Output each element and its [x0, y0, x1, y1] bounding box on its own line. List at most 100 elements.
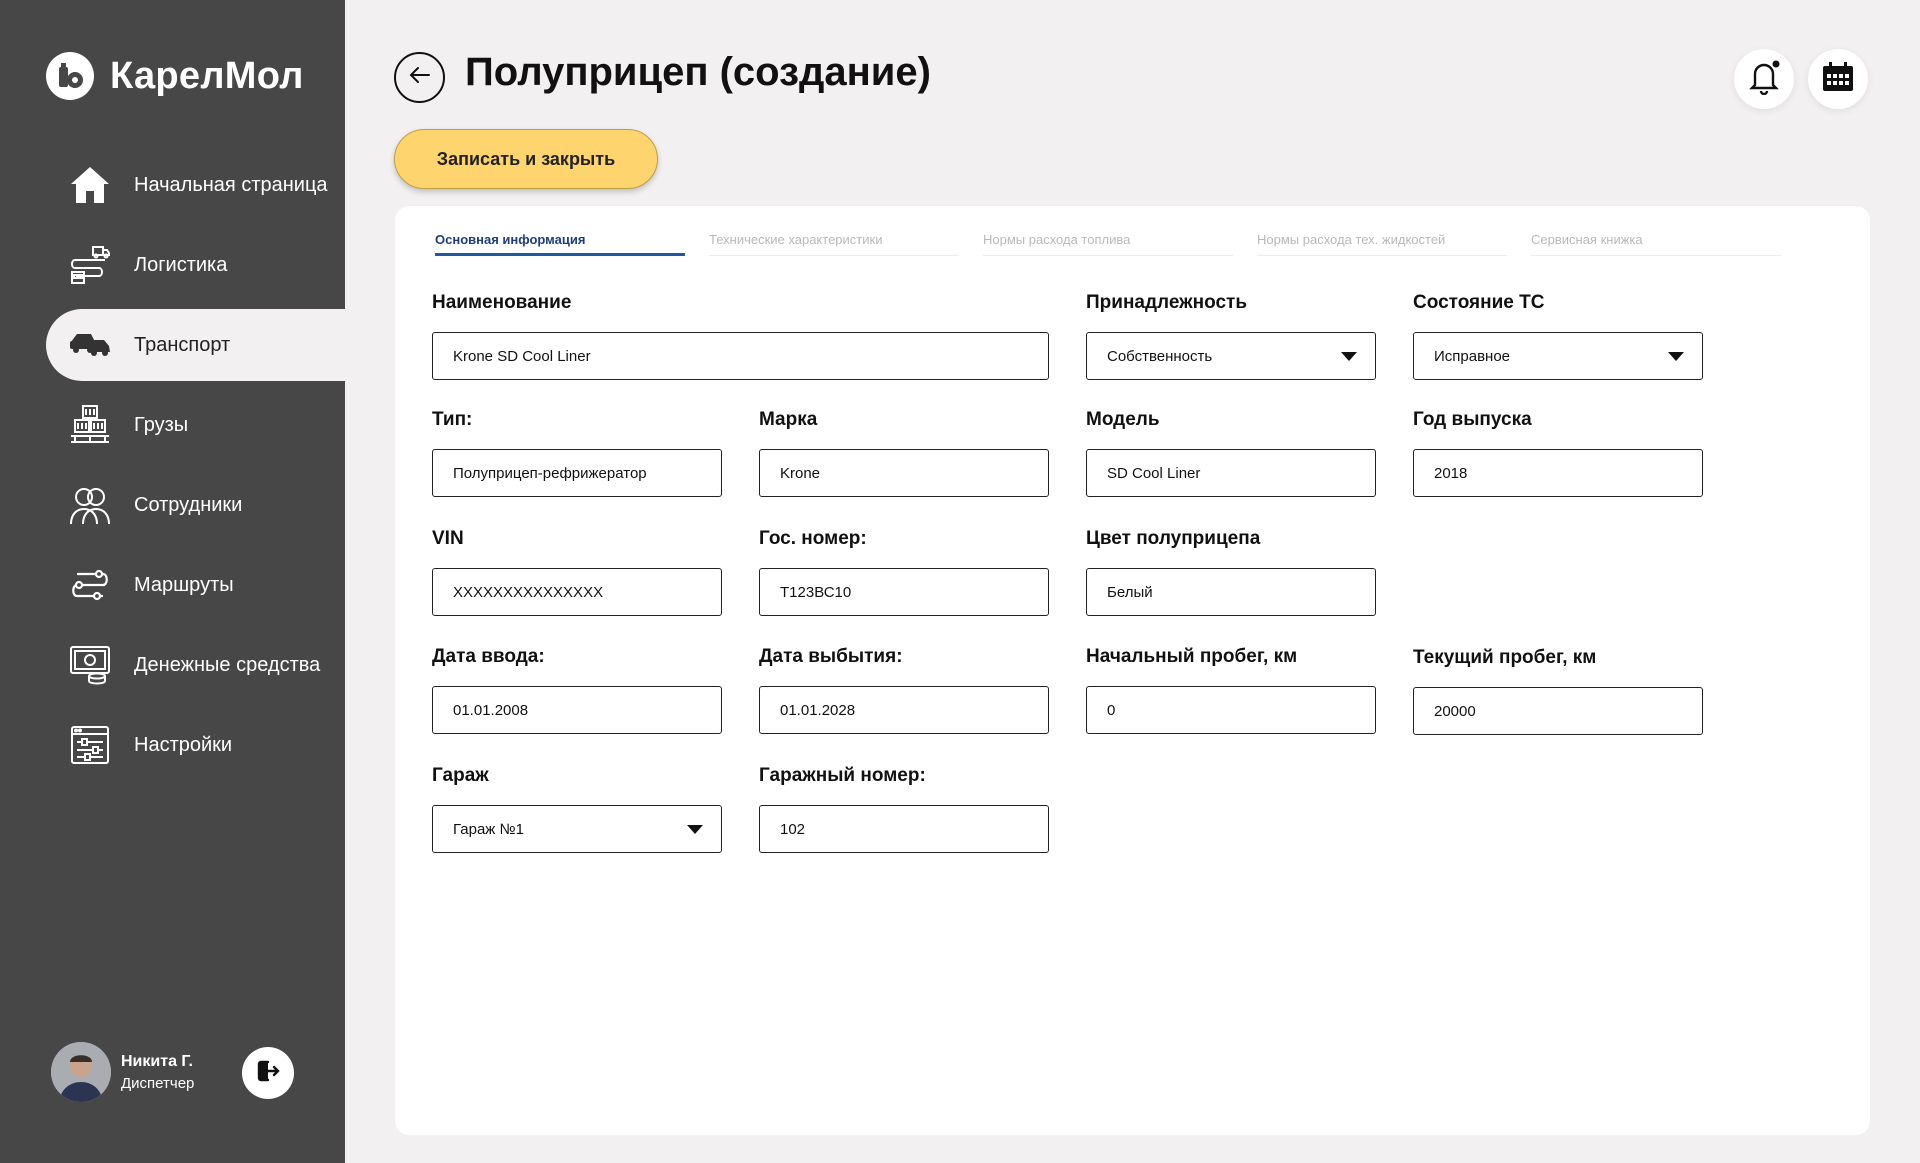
field-year: Год выпуска 2018 [1413, 409, 1703, 497]
field-ownership: Принадлежность Собственность [1086, 292, 1376, 380]
field-label: Состояние ТС [1413, 292, 1545, 313]
logistics-icon [68, 243, 112, 287]
form-card: Основная информация Технические характер… [395, 206, 1870, 1135]
sidebar-item-label: Сотрудники [134, 493, 243, 516]
user-name: Никита Г. [121, 1052, 193, 1070]
field-label: Гаражный номер: [759, 765, 926, 786]
type-input[interactable]: Полуприцеп-рефрижератор [432, 449, 722, 497]
sidebar-item-label: Транспорт [134, 333, 231, 356]
calendar-icon [1822, 61, 1854, 97]
tab-tech-specs[interactable]: Технические характеристики [709, 232, 959, 256]
garage-select[interactable]: Гараж №1 [432, 805, 722, 853]
brand-logo-icon [46, 52, 94, 100]
logout-button[interactable] [242, 1047, 294, 1099]
sidebar-item-employees[interactable]: Сотрудники [0, 469, 345, 541]
field-model: Модель SD Cool Liner [1086, 409, 1376, 497]
back-button[interactable] [394, 52, 445, 103]
field-label: Год выпуска [1413, 409, 1532, 430]
field-brand: Марка Krone [759, 409, 1049, 497]
date-in-input[interactable]: 01.01.2008 [432, 686, 722, 734]
vin-input[interactable]: XXXXXXXXXXXXXXX [432, 568, 722, 616]
field-label: Тип: [432, 409, 473, 430]
field-label: Начальный пробег, км [1086, 646, 1298, 667]
mileage-start-input[interactable]: 0 [1086, 686, 1376, 734]
avatar [51, 1042, 111, 1102]
field-color: Цвет полуприцепа Белый [1086, 528, 1376, 616]
brand-input[interactable]: Krone [759, 449, 1049, 497]
field-date-out: Дата выбытия: 01.01.2028 [759, 646, 1049, 734]
user-role: Диспетчер [121, 1074, 195, 1092]
field-mileage-start: Начальный пробег, км 0 [1086, 646, 1376, 734]
cargo-icon [68, 403, 112, 447]
field-label: Принадлежность [1086, 292, 1248, 313]
tab-main-info[interactable]: Основная информация [435, 232, 685, 256]
sidebar-item-label: Логистика [134, 253, 228, 276]
field-label: VIN [432, 528, 464, 549]
user-profile[interactable]: Никита Г. Диспетчер [51, 1042, 194, 1102]
page-title: Полуприцеп (создание) [465, 50, 931, 94]
caret-down-icon [1668, 351, 1684, 361]
tab-fluid-norms[interactable]: Нормы расхода тех. жидкостей [1257, 232, 1507, 256]
logout-icon [255, 1058, 281, 1089]
date-out-input[interactable]: 01.01.2028 [759, 686, 1049, 734]
sidebar-item-settings[interactable]: Настройки [0, 709, 345, 781]
caret-down-icon [687, 824, 703, 834]
routes-icon [68, 563, 112, 607]
brand[interactable]: КарелМол [46, 52, 304, 100]
condition-select[interactable]: Исправное [1413, 332, 1703, 380]
model-input[interactable]: SD Cool Liner [1086, 449, 1376, 497]
sidebar-item-label: Настройки [134, 733, 233, 756]
name-input[interactable]: Krone SD Cool Liner [432, 332, 1049, 380]
calendar-button[interactable] [1808, 49, 1868, 109]
year-input[interactable]: 2018 [1413, 449, 1703, 497]
sidebar: КарелМол Начальная страница Логистика Тр… [0, 0, 345, 1163]
home-icon [68, 163, 112, 207]
field-label: Дата выбытия: [759, 646, 903, 667]
field-condition: Состояние ТС Исправное [1413, 292, 1703, 380]
sidebar-item-money[interactable]: Денежные средства [0, 629, 345, 701]
sidebar-item-home[interactable]: Начальная страница [0, 149, 345, 221]
save-and-close-button[interactable]: Записать и закрыть [394, 129, 658, 189]
field-name: Наименование Krone SD Cool Liner [432, 292, 1049, 380]
ownership-select[interactable]: Собственность [1086, 332, 1376, 380]
tab-service-book[interactable]: Сервисная книжка [1531, 232, 1781, 256]
field-label: Дата ввода: [432, 646, 545, 667]
sidebar-item-logistics[interactable]: Логистика [0, 229, 345, 301]
sidebar-item-routes[interactable]: Маршруты [0, 549, 345, 621]
brand-name: КарелМол [110, 54, 304, 97]
field-type: Тип: Полуприцеп-рефрижератор [432, 409, 722, 497]
money-icon [68, 643, 112, 687]
field-date-in: Дата ввода: 01.01.2008 [432, 646, 722, 734]
field-label: Гос. номер: [759, 528, 867, 549]
notifications-button[interactable] [1734, 49, 1794, 109]
field-mileage-current: Текущий пробег, км 20000 [1413, 647, 1703, 735]
sidebar-item-label: Денежные средства [134, 653, 321, 676]
garage-number-input[interactable]: 102 [759, 805, 1049, 853]
arrow-left-icon [409, 66, 431, 89]
bell-icon [1747, 59, 1781, 100]
field-label: Гараж [432, 765, 489, 786]
field-label: Наименование [432, 292, 572, 313]
plate-input[interactable]: Т123ВС10 [759, 568, 1049, 616]
sidebar-item-cargo[interactable]: Грузы [0, 389, 345, 461]
color-input[interactable]: Белый [1086, 568, 1376, 616]
field-label: Цвет полуприцепа [1086, 528, 1261, 549]
field-label: Марка [759, 409, 818, 430]
field-vin: VIN XXXXXXXXXXXXXXX [432, 528, 722, 616]
sidebar-item-label: Маршруты [134, 573, 234, 596]
sidebar-nav: Начальная страница Логистика Транспорт Г… [0, 149, 345, 789]
field-plate: Гос. номер: Т123ВС10 [759, 528, 1049, 616]
caret-down-icon [1341, 351, 1357, 361]
tab-fuel-norms[interactable]: Нормы расхода топлива [983, 232, 1233, 256]
sidebar-item-transport[interactable]: Транспорт [46, 309, 345, 381]
field-label: Модель [1086, 409, 1160, 430]
employees-icon [68, 483, 112, 527]
field-garage-number: Гаражный номер: 102 [759, 765, 1049, 853]
mileage-current-input[interactable]: 20000 [1413, 687, 1703, 735]
tab-bar: Основная информация Технические характер… [435, 232, 1805, 256]
transport-icon [68, 323, 112, 367]
settings-icon [68, 723, 112, 767]
field-garage: Гараж Гараж №1 [432, 765, 722, 853]
sidebar-item-label: Начальная страница [134, 173, 328, 196]
sidebar-item-label: Грузы [134, 413, 189, 436]
